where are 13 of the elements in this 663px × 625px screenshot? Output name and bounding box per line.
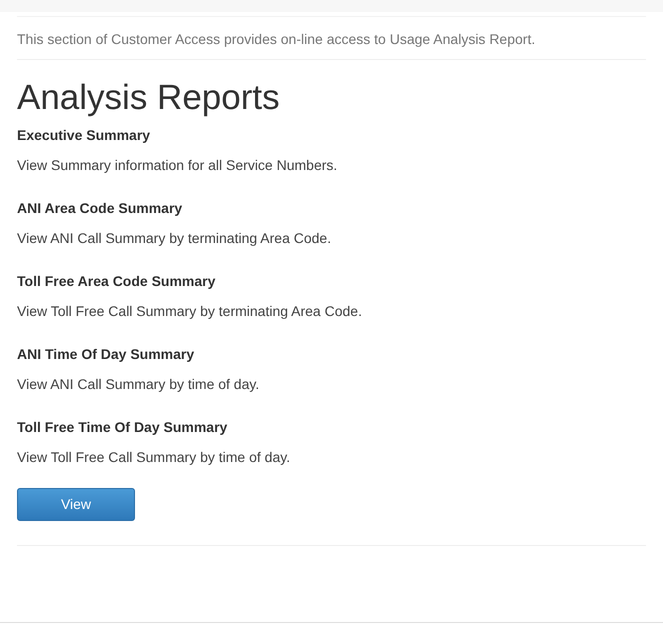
report-title: Toll Free Area Code Summary — [17, 272, 216, 291]
intro-text: This section of Customer Access provides on-line access to Usage Analysis Report. — [17, 30, 536, 49]
report-title: ANI Area Code Summary — [17, 199, 182, 218]
report-description: View ANI Call Summary by time of day. — [17, 375, 260, 394]
report-description: View ANI Call Summary by terminating Area Code. — [17, 229, 332, 248]
report-description: View Toll Free Call Summary by time of day. — [17, 448, 290, 467]
page-title: Analysis Reports — [17, 78, 281, 118]
report-title: Toll Free Time Of Day Summary — [17, 418, 228, 437]
report-title: Executive Summary — [17, 126, 150, 145]
report-title: ANI Time Of Day Summary — [17, 345, 194, 364]
report-description: View Toll Free Call Summary by terminating Area Code. — [17, 302, 362, 321]
view-button[interactable]: View — [17, 488, 135, 521]
report-description: View Summary information for all Service Numbers. — [17, 156, 338, 175]
